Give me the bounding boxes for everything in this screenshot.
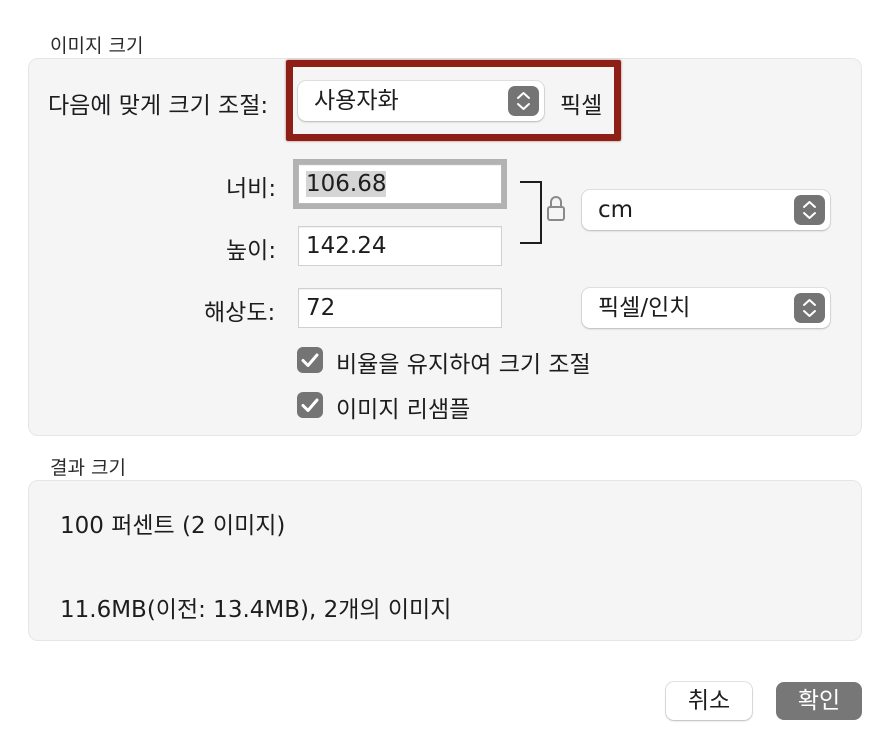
- size-unit-value: cm: [598, 197, 634, 223]
- lock-icon[interactable]: [545, 194, 567, 228]
- height-label: 높이:: [226, 238, 277, 264]
- resolution-label: 해상도:: [204, 300, 276, 326]
- chevron-updown-icon: [794, 195, 825, 225]
- height-field[interactable]: 142.24: [298, 226, 502, 266]
- annotation-highlight-box: [286, 60, 621, 141]
- resolution-value: 72: [306, 295, 336, 321]
- result-size-section-title: 결과 크기: [50, 457, 126, 479]
- width-label: 너비:: [226, 176, 277, 202]
- checkmark-icon: [301, 398, 319, 412]
- chevron-updown-icon: [794, 293, 825, 323]
- keep-ratio-checkbox[interactable]: [297, 347, 323, 373]
- resample-label[interactable]: 이미지 리샘플: [336, 390, 470, 424]
- keep-ratio-label[interactable]: 비율을 유지하여 크기 조절: [336, 345, 591, 379]
- resolution-unit-value: 픽셀/인치: [598, 295, 691, 321]
- resolution-unit-popup[interactable]: 픽셀/인치: [582, 288, 830, 328]
- result-filesize-text: 11.6MB(이전: 13.4MB), 2개의 이미지: [60, 597, 452, 623]
- cancel-button[interactable]: 취소: [666, 682, 752, 720]
- width-value: 106.68: [306, 171, 387, 197]
- fit-to-label: 다음에 맞게 크기 조절:: [48, 93, 269, 119]
- checkmark-icon: [301, 353, 319, 367]
- width-field[interactable]: 106.68: [293, 159, 507, 209]
- size-unit-popup[interactable]: cm: [582, 190, 830, 230]
- resolution-field[interactable]: 72: [298, 288, 502, 328]
- result-percent-text: 100 퍼센트 (2 이미지): [60, 513, 286, 539]
- link-bracket: [520, 181, 542, 244]
- resample-checkbox[interactable]: [297, 392, 323, 418]
- ok-button[interactable]: 확인: [776, 682, 862, 720]
- image-size-section-title: 이미지 크기: [50, 35, 144, 57]
- height-value: 142.24: [306, 233, 387, 259]
